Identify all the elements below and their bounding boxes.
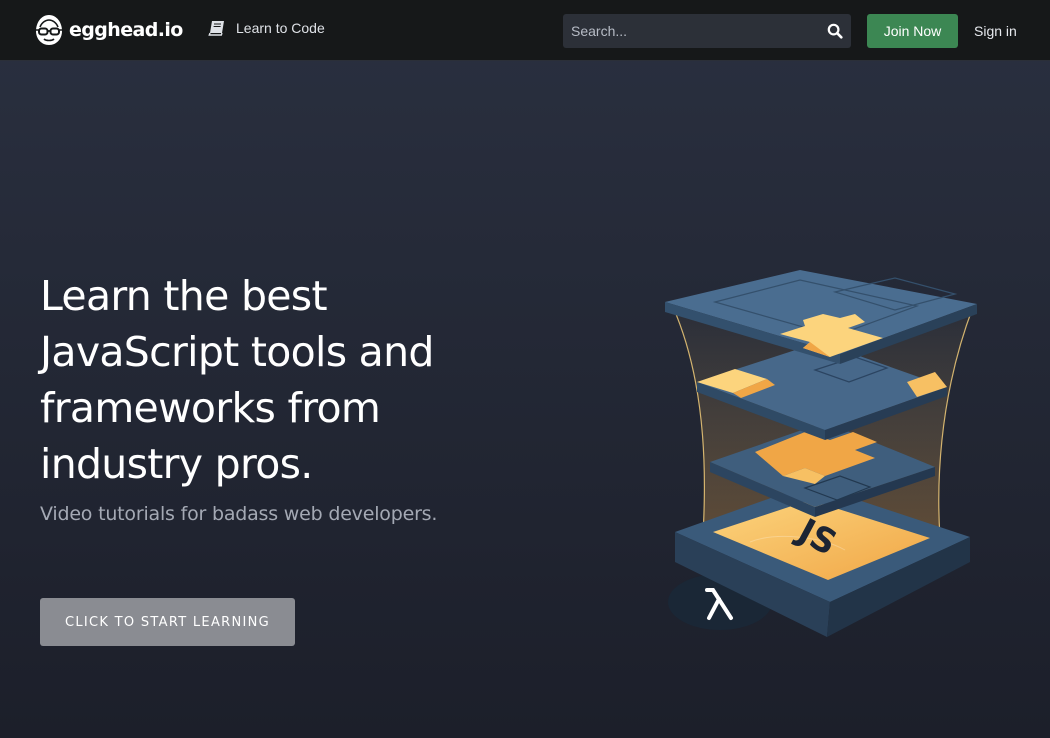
book-icon	[208, 21, 224, 36]
egghead-logo-icon	[36, 15, 62, 45]
hero-title: Learn the best JavaScript tools and fram…	[40, 268, 560, 492]
javascript-stack-illustration: JS	[665, 270, 977, 637]
hero-title-line-3: frameworks from	[40, 384, 381, 432]
logo-link[interactable]: egghead.io	[32, 12, 183, 48]
sign-in-link[interactable]: Sign in	[974, 23, 1017, 39]
search-input[interactable]	[563, 14, 813, 48]
hero-title-line-4: industry pros.	[40, 440, 313, 488]
search-button[interactable]	[825, 21, 845, 41]
hero-title-line-2: JavaScript tools and	[40, 328, 434, 376]
join-now-button[interactable]: Join Now	[867, 14, 958, 48]
learn-to-code-link[interactable]: Learn to Code	[208, 20, 325, 36]
page: egghead.io Learn to Code Join Now Sign i…	[0, 0, 1050, 738]
hero-title-line-1: Learn the best	[40, 272, 328, 320]
logo-text: egghead.io	[69, 19, 183, 41]
search-icon	[827, 23, 843, 39]
hero-subtitle: Video tutorials for badass web developer…	[40, 503, 438, 525]
search-box	[563, 14, 851, 48]
start-learning-button[interactable]: CLICK TO START LEARNING	[40, 598, 295, 646]
top-navigation-bar: egghead.io Learn to Code Join Now Sign i…	[0, 0, 1050, 61]
learn-to-code-label: Learn to Code	[236, 20, 325, 36]
